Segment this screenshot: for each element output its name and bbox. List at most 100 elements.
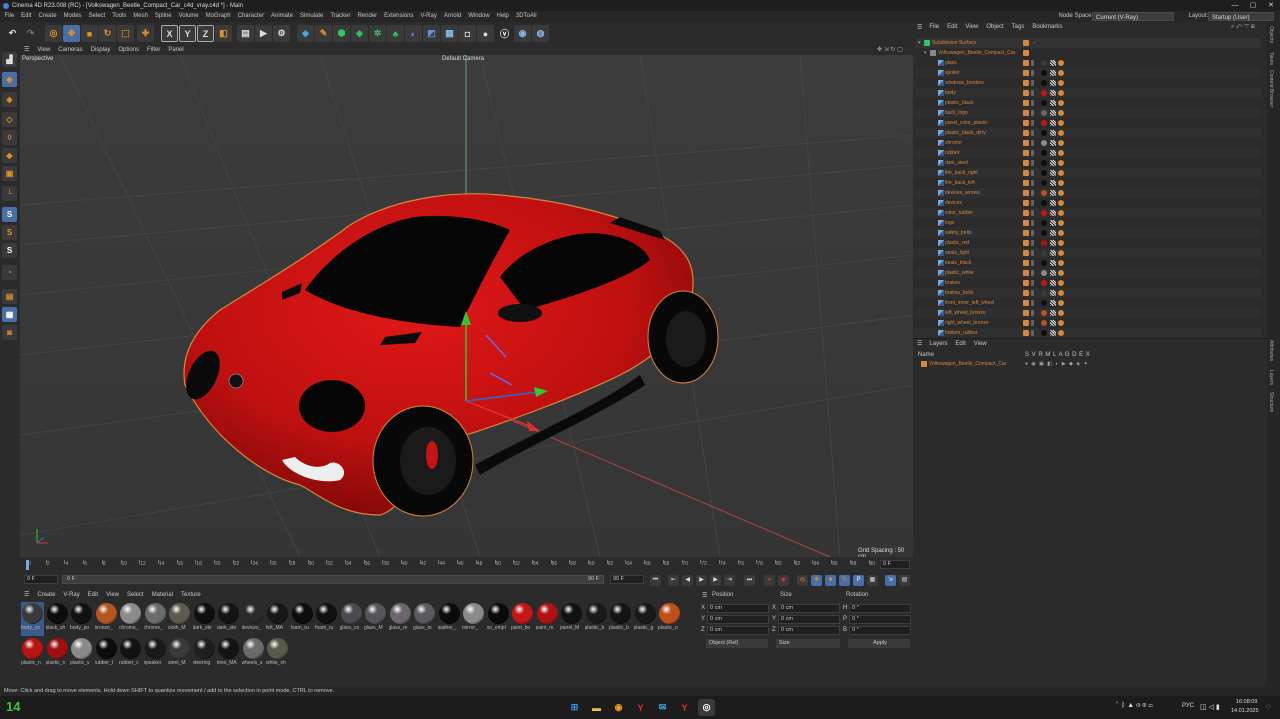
object-row[interactable]: seats_light: [915, 248, 1261, 258]
clock-date[interactable]: 14.01.2025: [1231, 708, 1259, 714]
menu-vray[interactable]: V-Ray: [417, 11, 440, 22]
material-tag-icon[interactable]: [1041, 270, 1047, 276]
render-settings-icon[interactable]: ⚙: [273, 25, 290, 42]
object-row[interactable]: back_logo: [915, 108, 1261, 118]
object-row-root[interactable]: ▾ Subdivision Surface ✓: [915, 38, 1261, 48]
polygon-mode-icon[interactable]: ◆: [2, 148, 17, 163]
layer-flag-icons[interactable]: ● ◉ ▣ ◧ ◐ ▶ ◆ ◈ ✦: [1025, 359, 1089, 369]
phong-tag-icon[interactable]: [1058, 100, 1064, 106]
timeline-layout-icon[interactable]: ▤: [899, 575, 910, 586]
material-tag-icon[interactable]: [1041, 90, 1047, 96]
material-tag-icon[interactable]: [1041, 310, 1047, 316]
material-swatch[interactable]: body_po: [70, 602, 93, 636]
uvw-tag-icon[interactable]: [1050, 290, 1056, 296]
size-field[interactable]: 0 cm: [778, 626, 840, 635]
uvw-tag-icon[interactable]: [1050, 220, 1056, 226]
object-row[interactable]: right_wheel_bronze: [915, 318, 1261, 328]
phong-tag-icon[interactable]: [1058, 330, 1064, 336]
material-swatch[interactable]: paint_re: [536, 602, 559, 636]
material-menu-icon[interactable]: ☰: [20, 590, 33, 600]
start-frame-field[interactable]: 0 F: [24, 575, 58, 584]
browser-icon[interactable]: ◉: [610, 699, 627, 716]
prev-key-icon[interactable]: ⇤: [668, 575, 679, 586]
material-swatch[interactable]: steering: [193, 637, 216, 671]
object-row[interactable]: plastic_white: [915, 268, 1261, 278]
object-row[interactable]: rubber: [915, 148, 1261, 158]
material-swatch[interactable]: plastic_v: [70, 637, 93, 671]
autokey-icon[interactable]: ◉: [778, 575, 789, 586]
uvw-tag-icon[interactable]: [1050, 330, 1056, 336]
phong-tag-icon[interactable]: [1058, 200, 1064, 206]
material-swatch[interactable]: foam_ru: [315, 602, 338, 636]
uvw-tag-icon[interactable]: [1050, 100, 1056, 106]
material-menu-material[interactable]: Material: [148, 590, 177, 600]
minimize-icon[interactable]: —: [1226, 0, 1244, 11]
object-mode-icon[interactable]: ◆: [2, 72, 17, 87]
object-menu-tags[interactable]: Tags: [1008, 22, 1029, 32]
material-swatch[interactable]: speaker: [144, 637, 167, 671]
tab-takes[interactable]: Takes: [1268, 52, 1274, 65]
maximize-icon[interactable]: ▢: [1244, 0, 1262, 11]
phong-tag-icon[interactable]: [1058, 180, 1064, 186]
point-mode-icon[interactable]: ◇: [2, 112, 17, 127]
phong-tag-icon[interactable]: [1058, 170, 1064, 176]
uvw-tag-icon[interactable]: [1050, 300, 1056, 306]
texture-mode-icon[interactable]: ◈: [2, 92, 17, 107]
material-swatch[interactable]: cloth_M: [168, 602, 191, 636]
phong-tag-icon[interactable]: [1058, 260, 1064, 266]
object-menu-object[interactable]: Object: [982, 22, 1007, 32]
visibility-dots-icon[interactable]: [1031, 130, 1034, 136]
material-tag-icon[interactable]: [1041, 290, 1047, 296]
visibility-dots-icon[interactable]: [1031, 280, 1034, 286]
uvw-tag-icon[interactable]: [1050, 230, 1056, 236]
material-tag-icon[interactable]: [1041, 240, 1047, 246]
material-tag-icon[interactable]: [1041, 230, 1047, 236]
snap-workplane-icon[interactable]: S: [2, 243, 17, 258]
phong-tag-icon[interactable]: [1058, 270, 1064, 276]
menu-create[interactable]: Create: [35, 11, 60, 22]
menu-mograph[interactable]: MoGraph: [202, 11, 234, 22]
layer-menu-view[interactable]: View: [970, 339, 991, 349]
position-field[interactable]: 0 cm: [707, 615, 769, 624]
notifications-icon[interactable]: ◌: [1266, 702, 1271, 711]
menu-spline[interactable]: Spline: [151, 11, 175, 22]
material-swatch[interactable]: felt_MA: [266, 602, 289, 636]
uvw-tag-icon[interactable]: [1050, 310, 1056, 316]
phong-tag-icon[interactable]: [1058, 310, 1064, 316]
menu-tracker[interactable]: Tracker: [327, 11, 354, 22]
material-swatch[interactable]: chrome_: [144, 602, 167, 636]
visibility-dots-icon[interactable]: [1031, 100, 1034, 106]
object-row-group[interactable]: ▾ Volkswagen_Beetle_Compact_Car: [915, 48, 1261, 58]
phong-tag-icon[interactable]: [1058, 230, 1064, 236]
object-row[interactable]: fire_back_left: [915, 178, 1261, 188]
widget-counter[interactable]: 14: [6, 699, 20, 714]
material-swatch[interactable]: plastic_b: [609, 602, 632, 636]
material-menu-create[interactable]: Create: [33, 590, 59, 600]
menu-simulate[interactable]: Simulate: [297, 11, 327, 22]
layer-row[interactable]: Volkswagen_Beetle_Compact_Car ● ◉ ▣ ◧ ◐ …: [915, 359, 1261, 369]
rotate-tool-icon[interactable]: ↻: [99, 25, 116, 42]
material-tag-icon[interactable]: [1041, 170, 1047, 176]
phong-tag-icon[interactable]: [1058, 250, 1064, 256]
cinema4d-taskbar-icon[interactable]: ◎: [698, 699, 715, 716]
object-menu-view[interactable]: View: [961, 22, 982, 32]
material-tag-icon[interactable]: [1041, 120, 1047, 126]
material-menu-texture[interactable]: Texture: [177, 590, 205, 600]
position-field[interactable]: 0 cm: [707, 626, 769, 635]
phong-tag-icon[interactable]: [1058, 90, 1064, 96]
object-row[interactable]: windows_borders: [915, 78, 1261, 88]
close-icon[interactable]: ✕: [1262, 0, 1280, 11]
menu-window[interactable]: Window: [465, 11, 493, 22]
key-position-icon[interactable]: ✥: [811, 575, 822, 586]
viewport-menu-filter[interactable]: Filter: [143, 46, 164, 55]
layout-select[interactable]: Startup (User): [1207, 12, 1274, 21]
menu-mesh[interactable]: Mesh: [130, 11, 152, 22]
uvw-tag-icon[interactable]: [1050, 270, 1056, 276]
position-field[interactable]: 0 cm: [707, 604, 769, 613]
windows-start-icon[interactable]: ⊞: [566, 699, 583, 716]
key-parameter-icon[interactable]: P: [853, 575, 864, 586]
uv-mode-icon[interactable]: ▣: [2, 166, 17, 181]
phong-tag-icon[interactable]: [1058, 160, 1064, 166]
material-swatch[interactable]: glass_M: [364, 602, 387, 636]
material-swatch[interactable]: panel_M: [560, 602, 583, 636]
